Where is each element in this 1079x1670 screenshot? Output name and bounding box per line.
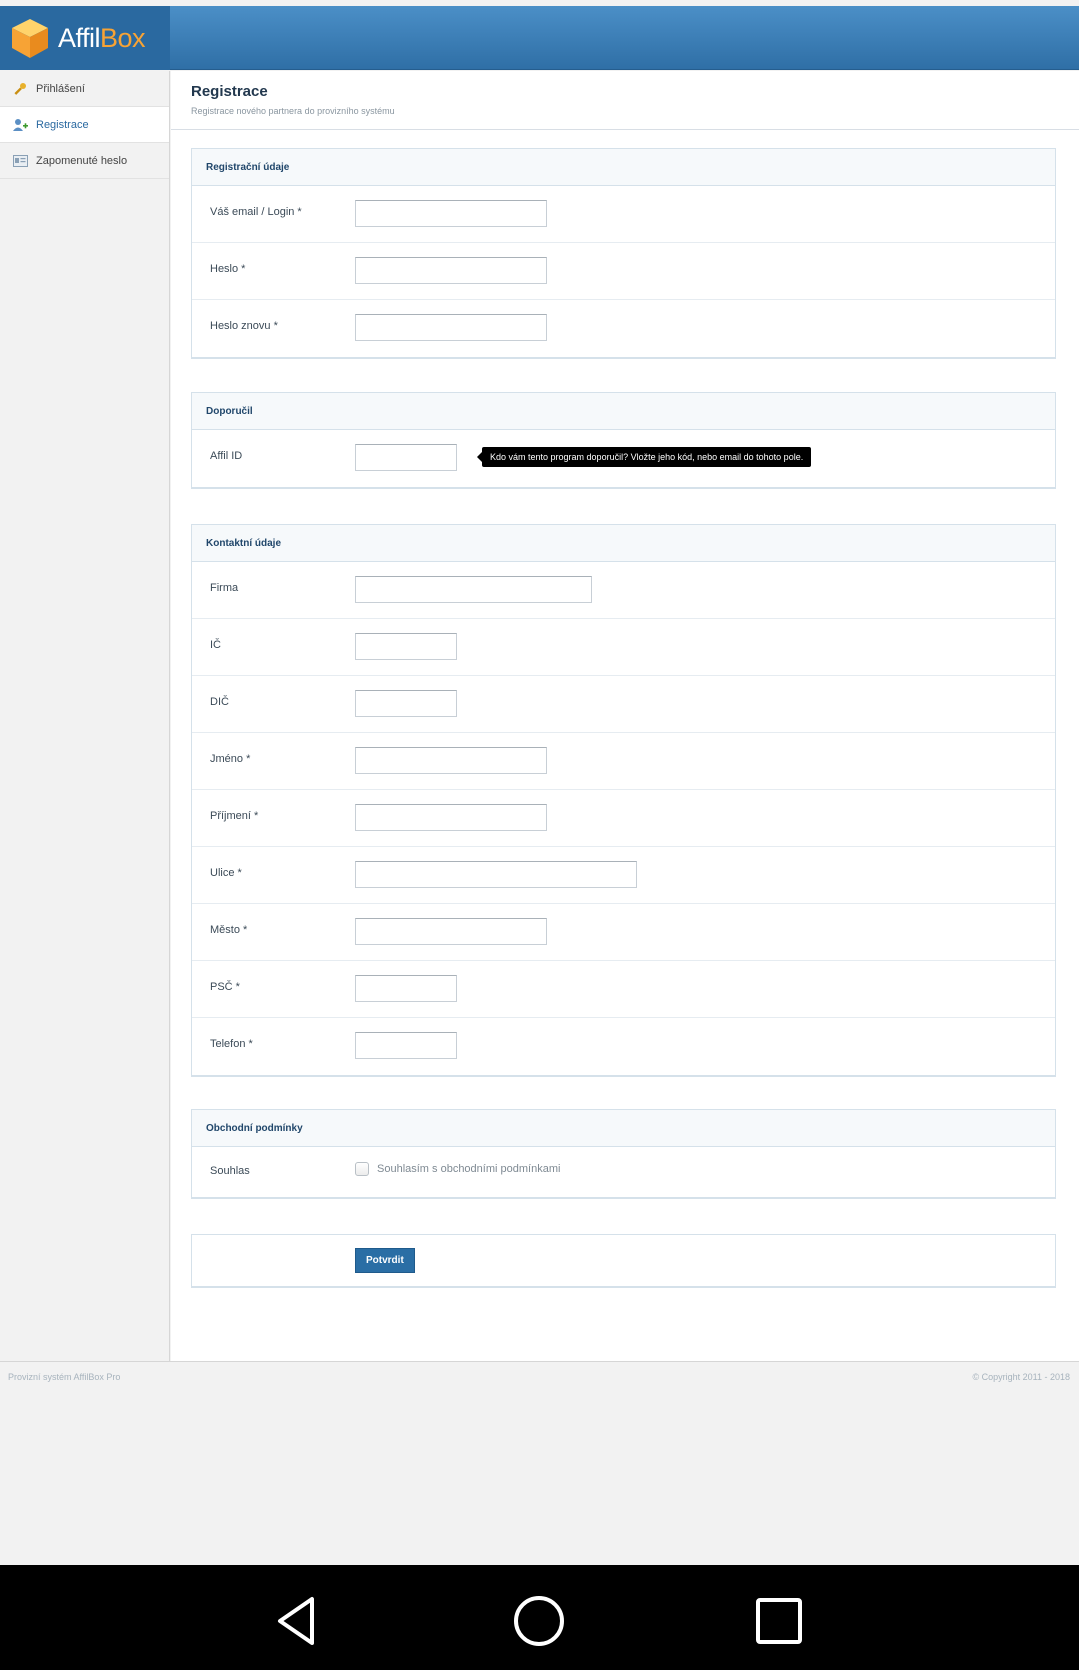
form-row: Heslo * <box>192 243 1055 300</box>
back-icon[interactable] <box>270 1593 326 1649</box>
terms-panel: Obchodní podmínky Souhlas Souhlasím s ob… <box>191 1109 1056 1199</box>
password-confirm-label: Heslo znovu * <box>210 320 278 332</box>
ic-label: IČ <box>210 639 221 651</box>
panel-title: Registrační údaje <box>192 149 1055 186</box>
key-icon <box>12 81 28 97</box>
referral-panel: Doporučil Affil ID Kdo vám tento program… <box>191 392 1056 489</box>
phone-field[interactable] <box>355 1032 457 1059</box>
brand-name: AffilBox <box>58 22 146 53</box>
company-field[interactable] <box>355 576 592 603</box>
form-row: Ulice * <box>192 847 1055 904</box>
first-name-field[interactable] <box>355 747 547 774</box>
ic-field[interactable] <box>355 633 457 660</box>
add-user-icon <box>12 117 28 133</box>
form-row: Firma <box>192 562 1055 619</box>
main-content: Registrace Registrace nového partnera do… <box>171 71 1079 1361</box>
form-row: Příjmení * <box>192 790 1055 847</box>
terms-checkbox-label[interactable]: Souhlasím s obchodními podmínkami <box>377 1163 560 1175</box>
sidebar-item-forgot-password[interactable]: Zapomenuté heslo <box>0 143 169 179</box>
footer-divider <box>0 1361 1079 1362</box>
sidebar-item-login[interactable]: Přihlášení <box>0 71 169 107</box>
dic-field[interactable] <box>355 690 457 717</box>
last-name-field[interactable] <box>355 804 547 831</box>
form-row: Heslo znovu * <box>192 300 1055 357</box>
footer-product-name: Provizní systém AffilBox Pro <box>8 1372 121 1382</box>
panel-title: Doporučil <box>192 393 1055 430</box>
sidebar-item-label: Registrace <box>36 118 89 131</box>
street-field[interactable] <box>355 861 637 888</box>
form-row: Affil ID Kdo vám tento program doporučil… <box>192 430 1055 487</box>
submit-button[interactable]: Potvrdit <box>355 1248 415 1273</box>
form-row: Váš email / Login * <box>192 186 1055 243</box>
cube-logo-icon <box>12 19 48 58</box>
page-title: Registrace <box>191 83 268 100</box>
zip-label: PSČ * <box>210 981 240 993</box>
street-label: Ulice * <box>210 867 242 879</box>
password-label: Heslo * <box>210 263 246 275</box>
panel-title: Kontaktní údaje <box>192 525 1055 562</box>
form-row: Město * <box>192 904 1055 961</box>
first-name-label: Jméno * <box>210 753 251 765</box>
recent-apps-icon[interactable] <box>751 1593 807 1649</box>
android-navigation-bar <box>0 1565 1079 1670</box>
form-row: Telefon * <box>192 1018 1055 1075</box>
submit-panel: Potvrdit <box>191 1234 1056 1288</box>
affil-id-tooltip: Kdo vám tento program doporučil? Vložte … <box>476 447 812 467</box>
password-field[interactable] <box>355 257 547 284</box>
terms-checkbox-wrap[interactable]: Souhlasím s obchodními podmínkami <box>355 1162 560 1176</box>
affilbox-logo[interactable]: AffilBox <box>0 6 170 70</box>
last-name-label: Příjmení * <box>210 810 259 822</box>
top-header-bar: AffilBox <box>0 6 1079 70</box>
footer-copyright: © Copyright 2011 - 2018 <box>972 1372 1070 1382</box>
dic-label: DIČ <box>210 696 229 708</box>
sidebar: Přihlášení Registrace Zapomenuté heslo <box>0 71 170 1361</box>
consent-label: Souhlas <box>210 1165 250 1177</box>
form-row: Souhlas Souhlasím s obchodními podmínkam… <box>192 1147 1055 1197</box>
company-label: Firma <box>210 582 239 594</box>
sidebar-item-label: Přihlášení <box>36 82 85 95</box>
form-row: PSČ * <box>192 961 1055 1018</box>
home-icon[interactable] <box>511 1593 567 1649</box>
terms-checkbox[interactable] <box>355 1162 369 1176</box>
form-row: Jméno * <box>192 733 1055 790</box>
affil-id-field[interactable] <box>355 444 457 471</box>
zip-field[interactable] <box>355 975 457 1002</box>
affil-id-label: Affil ID <box>210 450 243 462</box>
registration-panel: Registrační údaje Váš email / Login * He… <box>191 148 1056 359</box>
page-subtitle: Registrace nového partnera do provizního… <box>191 106 395 116</box>
password-confirm-field[interactable] <box>355 314 547 341</box>
id-card-icon <box>12 153 28 169</box>
form-row: DIČ <box>192 676 1055 733</box>
page-header: Registrace Registrace nového partnera do… <box>171 71 1079 130</box>
sidebar-item-registration[interactable]: Registrace <box>0 107 169 143</box>
form-row: IČ <box>192 619 1055 676</box>
email-label: Váš email / Login * <box>210 206 302 218</box>
email-field[interactable] <box>355 200 547 227</box>
contact-panel: Kontaktní údaje Firma IČ DIČ Jméno * Pří… <box>191 524 1056 1077</box>
panel-title: Obchodní podmínky <box>192 1110 1055 1147</box>
city-field[interactable] <box>355 918 547 945</box>
sidebar-item-label: Zapomenuté heslo <box>36 154 128 167</box>
city-label: Město * <box>210 924 248 936</box>
phone-label: Telefon * <box>210 1038 253 1050</box>
